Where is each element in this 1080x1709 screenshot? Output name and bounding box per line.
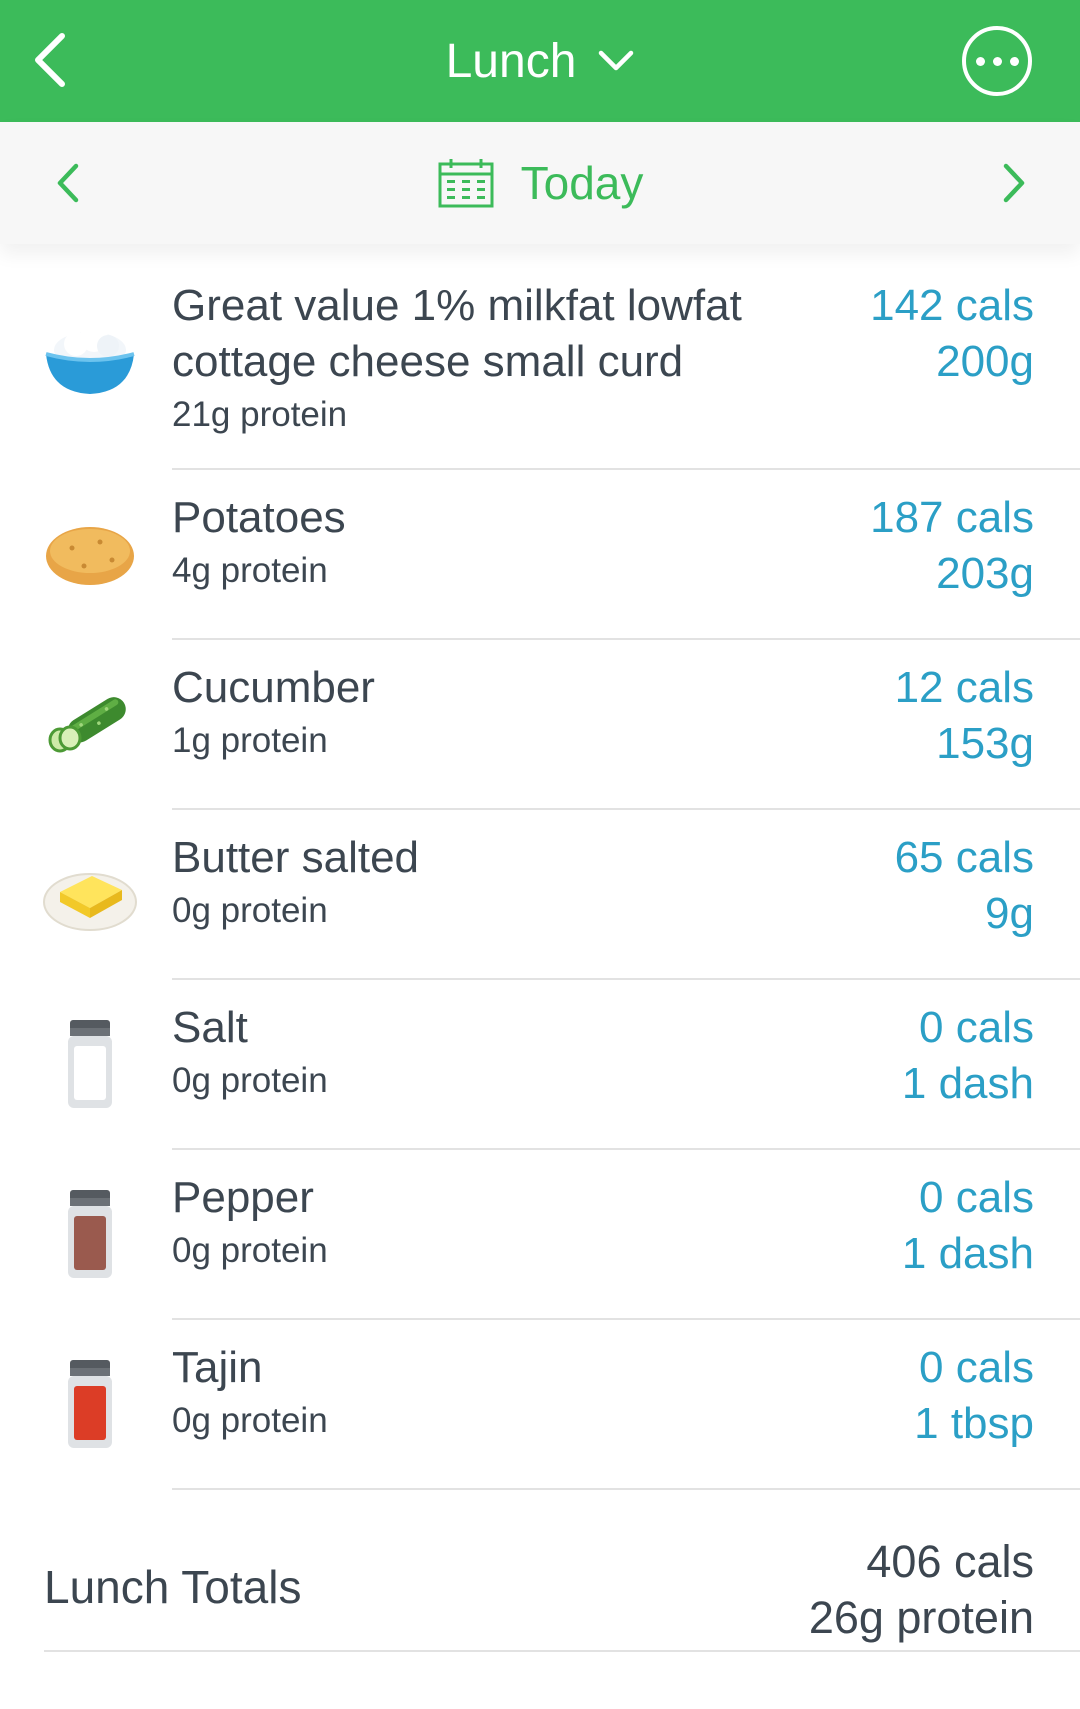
- chevron-left-icon: [57, 163, 79, 203]
- food-row[interactable]: Butter salted 0g protein 65 cals 9g: [0, 810, 1080, 980]
- food-amount: 1 dash: [901, 1059, 1034, 1108]
- calendar-icon: [438, 159, 494, 208]
- cucumber-icon: [42, 676, 138, 772]
- food-name: Great value 1% milkfat lowfat cottage ch…: [172, 281, 742, 386]
- food-calories: 0 cals: [919, 1343, 1034, 1392]
- food-amount: 200g: [936, 337, 1034, 386]
- food-name: Cucumber: [172, 663, 375, 712]
- previous-day-button[interactable]: [38, 150, 98, 216]
- totals-divider: [44, 1650, 1080, 1652]
- chevron-right-icon: [1003, 163, 1025, 203]
- totals-protein: 26g protein: [808, 1592, 1034, 1643]
- food-row[interactable]: Cucumber 1g protein 12 cals 153g: [0, 640, 1080, 810]
- row-divider: [172, 1488, 1080, 1490]
- food-calories: 0 cals: [919, 1003, 1034, 1052]
- food-row[interactable]: Pepper 0g protein 0 cals 1 dash: [0, 1150, 1080, 1320]
- food-row[interactable]: Great value 1% milkfat lowfat cottage ch…: [0, 244, 1080, 470]
- header-bar: Lunch: [0, 0, 1080, 122]
- food-protein: 4g protein: [172, 551, 328, 590]
- food-calories: 0 cals: [919, 1173, 1034, 1222]
- food-calories: 142 cals: [870, 281, 1034, 330]
- food-amount: 1 dash: [901, 1229, 1034, 1278]
- date-picker[interactable]: Today: [420, 122, 660, 244]
- totals-label: Lunch Totals: [44, 1561, 302, 1613]
- food-protein: 21g protein: [172, 395, 348, 434]
- more-horizontal-icon: [975, 56, 985, 66]
- food-protein: 0g protein: [172, 1401, 328, 1440]
- meal-selector[interactable]: Lunch: [380, 0, 700, 122]
- chevron-down-icon: [599, 50, 634, 71]
- food-list: Great value 1% milkfat lowfat cottage ch…: [0, 244, 1080, 1490]
- food-row[interactable]: Salt 0g protein 0 cals 1 dash: [0, 980, 1080, 1150]
- food-amount: 1 tbsp: [914, 1399, 1034, 1448]
- food-name: Potatoes: [172, 493, 346, 542]
- food-protein: 0g protein: [172, 1231, 328, 1270]
- more-options-button[interactable]: [962, 26, 1032, 96]
- food-row[interactable]: Potatoes 4g protein 187 cals 203g: [0, 470, 1080, 640]
- date-label: Today: [520, 157, 644, 209]
- food-name: Salt: [172, 1003, 248, 1052]
- tajin-shaker-icon: [42, 1356, 138, 1452]
- food-calories: 65 cals: [894, 833, 1034, 882]
- pepper-shaker-icon: [42, 1186, 138, 1282]
- date-bar: Today: [0, 122, 1080, 244]
- food-name: Pepper: [172, 1173, 314, 1222]
- totals-calories: 406 cals: [866, 1536, 1034, 1587]
- food-calories: 12 cals: [894, 663, 1034, 712]
- food-row[interactable]: Tajin 0g protein 0 cals 1 tbsp: [0, 1320, 1080, 1490]
- food-protein: 1g protein: [172, 721, 328, 760]
- cottage-cheese-bowl-icon: [42, 308, 138, 404]
- food-amount: 203g: [936, 549, 1034, 598]
- food-protein: 0g protein: [172, 1061, 328, 1100]
- food-protein: 0g protein: [172, 891, 328, 930]
- butter-icon: [42, 846, 138, 942]
- food-amount: 153g: [936, 719, 1034, 768]
- meal-totals: Lunch Totals 406 cals 26g protein: [0, 1512, 1080, 1652]
- food-name: Tajin: [172, 1343, 263, 1392]
- potato-icon: [42, 506, 138, 602]
- food-amount: 9g: [985, 889, 1034, 938]
- next-day-button[interactable]: [984, 150, 1044, 216]
- salt-shaker-icon: [42, 1016, 138, 1112]
- food-calories: 187 cals: [870, 493, 1034, 542]
- food-name: Butter salted: [172, 833, 420, 882]
- back-button[interactable]: [18, 28, 82, 92]
- page-title: Lunch: [445, 34, 577, 88]
- chevron-left-icon: [35, 33, 65, 87]
